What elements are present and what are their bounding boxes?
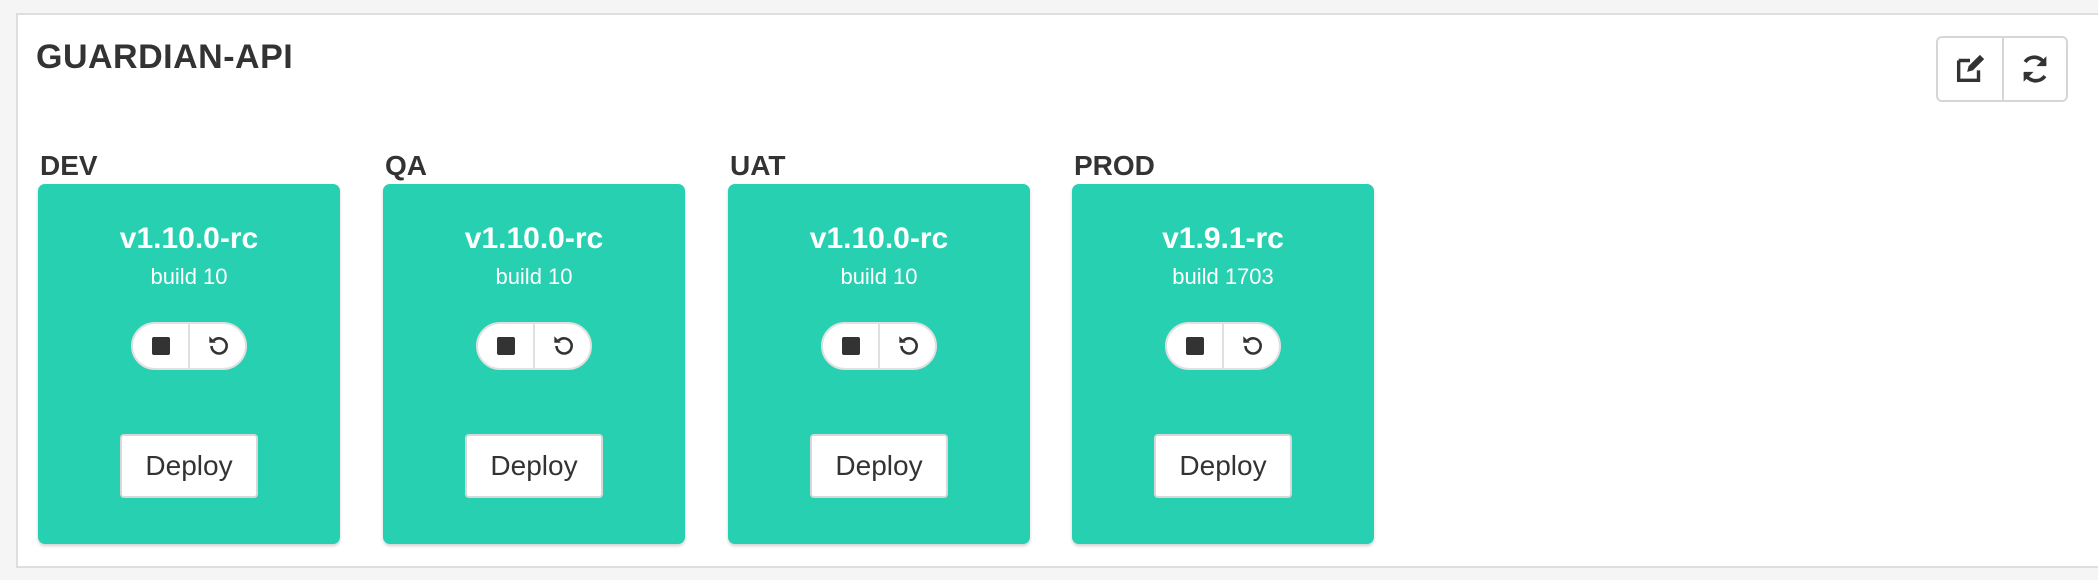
stop-button[interactable] [133, 324, 188, 368]
stop-icon [496, 337, 515, 355]
restart-button[interactable] [878, 324, 935, 368]
version-label: v1.10.0-rc [119, 222, 259, 255]
build-label: build 1703 [1172, 264, 1274, 289]
stop-button[interactable] [478, 324, 533, 368]
env-prod: PROD v1.9.1-rc build 1703 Deploy [1072, 148, 1376, 544]
env-card: v1.10.0-rc build 10 Deploy [728, 184, 1030, 544]
build-label: build 10 [150, 264, 228, 289]
edit-icon [1956, 54, 1985, 83]
restart-icon [208, 336, 228, 355]
build-label: build 10 [840, 264, 918, 289]
stop-button[interactable] [1167, 324, 1222, 368]
env-label: DEV [40, 150, 98, 181]
build-label: build 10 [495, 264, 573, 289]
deploy-button[interactable]: Deploy [120, 434, 258, 498]
deploy-button[interactable]: Deploy [465, 434, 603, 498]
stop-icon [841, 337, 860, 355]
control-group [131, 322, 247, 370]
refresh-icon [2023, 55, 2047, 83]
stop-button[interactable] [823, 324, 878, 368]
refresh-button[interactable] [2002, 38, 2066, 100]
env-card: v1.10.0-rc build 10 Deploy [383, 184, 685, 544]
control-group [476, 322, 592, 370]
restart-icon [898, 336, 918, 355]
env-card: v1.9.1-rc build 1703 Deploy [1072, 184, 1374, 544]
env-dev: DEV v1.10.0-rc build 10 Deploy [38, 148, 342, 544]
restart-button[interactable] [1222, 324, 1279, 368]
restart-icon [553, 336, 573, 355]
toolbar [1936, 36, 2068, 102]
edit-button[interactable] [1938, 38, 2002, 100]
version-label: v1.10.0-rc [809, 222, 949, 255]
env-label: UAT [730, 150, 786, 181]
stop-icon [1185, 337, 1204, 355]
restart-button[interactable] [533, 324, 590, 368]
env-label: PROD [1074, 150, 1155, 181]
control-group [821, 322, 937, 370]
version-label: v1.10.0-rc [464, 222, 604, 255]
env-uat: UAT v1.10.0-rc build 10 Deploy [728, 148, 1032, 544]
restart-icon [1242, 336, 1262, 355]
stop-icon [151, 337, 170, 355]
deploy-button[interactable]: Deploy [1154, 434, 1292, 498]
service-title: GUARDIAN-API [36, 38, 294, 76]
restart-button[interactable] [188, 324, 245, 368]
control-group [1165, 322, 1281, 370]
env-qa: QA v1.10.0-rc build 10 Deploy [383, 148, 687, 544]
deploy-button[interactable]: Deploy [810, 434, 948, 498]
env-card: v1.10.0-rc build 10 Deploy [38, 184, 340, 544]
version-label: v1.9.1-rc [1162, 222, 1284, 255]
env-label: QA [385, 150, 427, 181]
